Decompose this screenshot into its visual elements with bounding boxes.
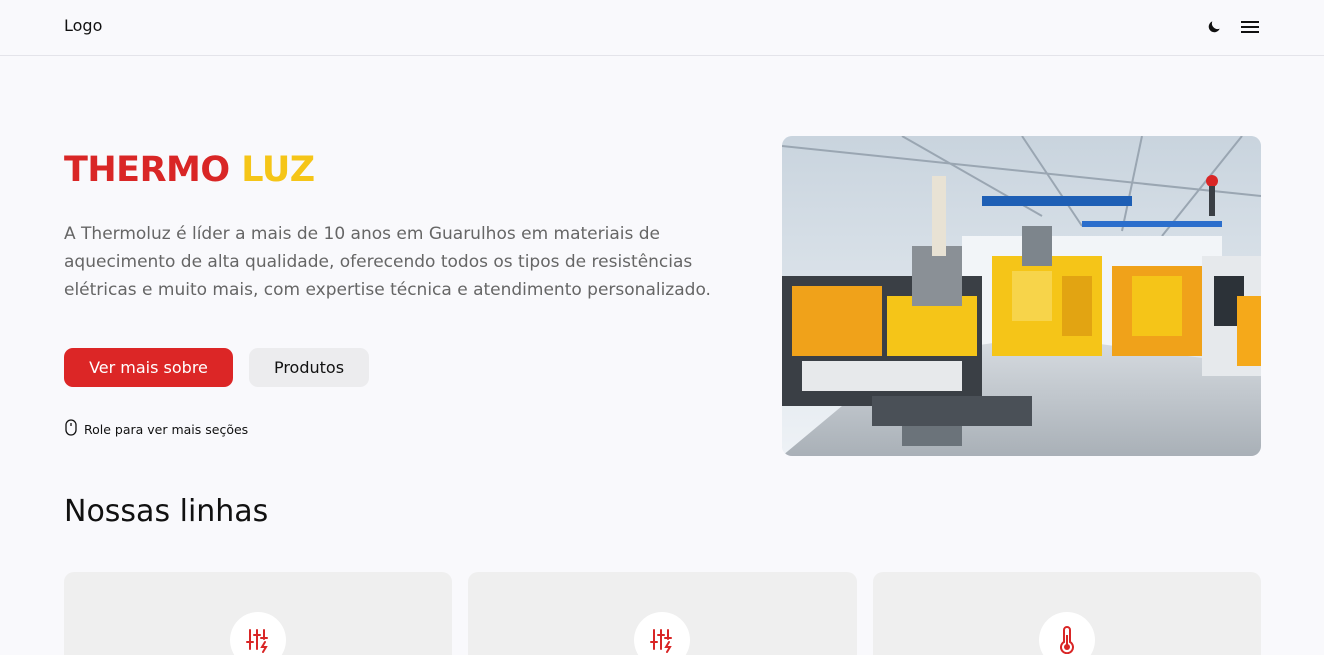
product-line-card[interactable]	[468, 572, 857, 655]
section-title: Nossas linhas	[64, 494, 269, 529]
sliders-bolt-icon	[634, 612, 690, 655]
product-line-card[interactable]	[64, 572, 452, 655]
hero-description: A Thermoluz é líder a mais de 10 anos em…	[64, 224, 711, 300]
ver-mais-sobre-button[interactable]: Ver mais sobre	[64, 348, 233, 387]
logo-link[interactable]: Logo	[64, 16, 102, 35]
produtos-button[interactable]: Produtos	[249, 348, 369, 387]
sliders-bolt-icon	[230, 612, 286, 655]
moon-icon[interactable]	[1204, 17, 1224, 37]
hero-title-thermo: THERMO	[64, 150, 230, 190]
thermometer-icon	[1039, 612, 1095, 655]
header-actions	[1204, 17, 1260, 37]
scroll-hint-text: Role para ver mais seções	[84, 421, 249, 437]
scroll-hint: Role para ver mais seções	[64, 419, 248, 439]
product-line-card[interactable]	[873, 572, 1261, 655]
page: Logo THERMO LUZ A Thermoluz é líder a ma…	[0, 0, 1324, 655]
hamburger-menu-icon[interactable]	[1240, 17, 1260, 37]
mouse-icon	[64, 419, 78, 439]
hero-title-luz: LUZ	[241, 150, 315, 190]
factory-image	[782, 136, 1261, 456]
top-nav: Logo	[0, 0, 1324, 56]
hero-title: THERMO LUZ	[64, 150, 315, 190]
